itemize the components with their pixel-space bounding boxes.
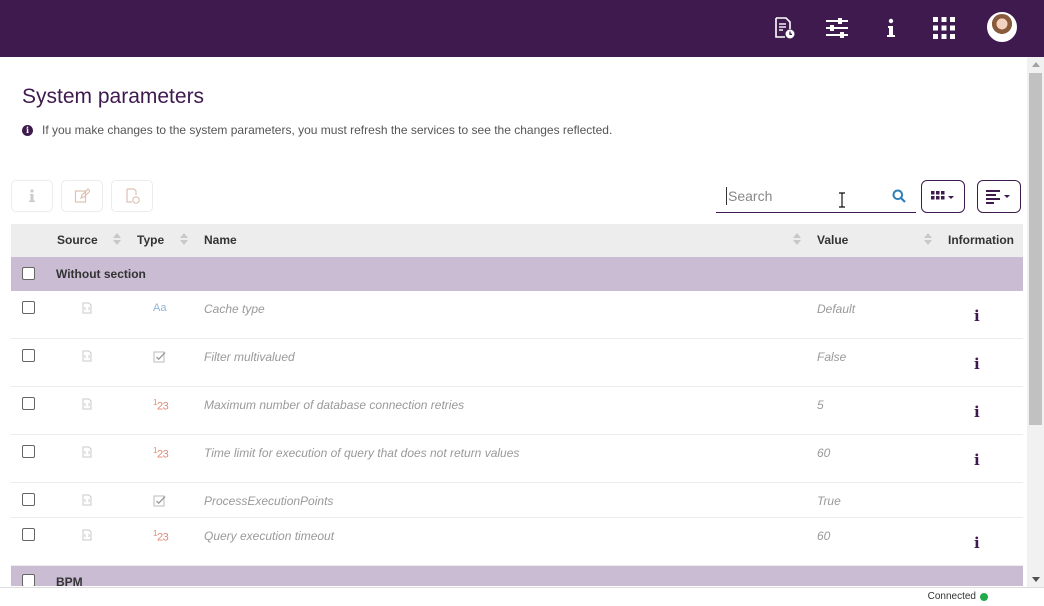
info-circle-icon: i bbox=[22, 124, 33, 136]
column-header-source[interactable]: Source bbox=[57, 233, 98, 247]
parameter-name: ProcessExecutionPoints bbox=[204, 494, 334, 508]
table-row[interactable]: Aa Cache type Default i bbox=[11, 291, 1023, 339]
scroll-down-icon[interactable] bbox=[1032, 577, 1040, 582]
row-checkbox[interactable] bbox=[22, 493, 35, 506]
status-dot-icon bbox=[980, 592, 988, 601]
parameters-table: Source Type Name Value Information Witho… bbox=[11, 224, 1023, 586]
boolean-type-icon bbox=[153, 495, 166, 507]
table-row[interactable]: ProcessExecutionPoints True bbox=[11, 483, 1023, 518]
sort-icon[interactable] bbox=[924, 232, 932, 248]
section-row: BPM bbox=[11, 566, 1023, 586]
parameter-name: Filter multivalued bbox=[204, 350, 295, 364]
parameter-value: 60 bbox=[817, 446, 831, 460]
section-row: Without section bbox=[11, 257, 1023, 291]
edit-button[interactable] bbox=[61, 180, 103, 212]
row-info-icon[interactable]: i bbox=[974, 451, 980, 469]
row-checkbox[interactable] bbox=[22, 397, 35, 410]
info-icon bbox=[887, 18, 895, 37]
section-title: BPM bbox=[56, 575, 83, 586]
align-left-icon bbox=[986, 189, 1010, 204]
number-type-icon: 123 bbox=[153, 529, 169, 544]
boolean-type-icon bbox=[153, 351, 166, 363]
source-file-icon bbox=[82, 302, 92, 314]
row-checkbox[interactable] bbox=[22, 445, 35, 458]
parameter-value: False bbox=[817, 350, 847, 364]
source-file-icon bbox=[82, 350, 92, 362]
sliders-icon bbox=[826, 18, 848, 38]
parameter-value: 60 bbox=[817, 529, 831, 543]
report-clock-icon bbox=[775, 17, 795, 39]
text-cursor-icon bbox=[839, 192, 845, 208]
search-icon[interactable] bbox=[892, 189, 906, 203]
history-button[interactable] bbox=[111, 180, 153, 212]
row-info-icon[interactable]: i bbox=[974, 355, 980, 373]
parameter-name: Cache type bbox=[204, 302, 265, 316]
table-row[interactable]: 123 Time limit for execution of query th… bbox=[11, 435, 1023, 483]
scroll-up-icon[interactable] bbox=[1032, 62, 1040, 67]
page-title: System parameters bbox=[22, 85, 205, 108]
apps-grid-icon bbox=[933, 17, 955, 39]
user-avatar[interactable] bbox=[987, 12, 1017, 42]
sliders-icon[interactable] bbox=[821, 12, 853, 44]
row-checkbox[interactable] bbox=[22, 528, 35, 541]
parameter-value: 5 bbox=[817, 398, 824, 412]
text-type-icon: Aa bbox=[153, 302, 167, 314]
section-checkbox[interactable] bbox=[22, 267, 35, 280]
column-header-type[interactable]: Type bbox=[137, 233, 164, 247]
row-info-icon[interactable]: i bbox=[974, 307, 980, 325]
table-header: Source Type Name Value Information bbox=[11, 224, 1023, 257]
sort-icon[interactable] bbox=[113, 232, 121, 248]
history-icon bbox=[126, 188, 140, 204]
info-message: i If you make changes to the system para… bbox=[22, 123, 612, 137]
parameter-value: Default bbox=[817, 302, 856, 316]
info-icon bbox=[29, 189, 35, 202]
source-file-icon bbox=[82, 529, 92, 541]
vertical-scrollbar[interactable] bbox=[1027, 57, 1044, 587]
search-input[interactable] bbox=[726, 187, 876, 205]
edit-icon bbox=[74, 188, 90, 203]
connection-status: Connected bbox=[928, 591, 988, 602]
status-bar: Connected bbox=[0, 587, 1044, 606]
parameter-name: Time limit for execution of query that d… bbox=[204, 446, 520, 460]
parameter-name: Maximum number of database connection re… bbox=[204, 398, 465, 412]
search-field bbox=[716, 180, 916, 213]
table-row[interactable]: 123 Maximum number of database connectio… bbox=[11, 387, 1023, 435]
info-message-text: If you make changes to the system parame… bbox=[42, 123, 613, 137]
columns-grid-icon bbox=[931, 190, 954, 199]
details-button[interactable] bbox=[11, 180, 53, 212]
apps-grid-icon[interactable] bbox=[928, 12, 960, 44]
info-icon[interactable] bbox=[875, 12, 907, 44]
table-row[interactable]: 123 Query execution timeout 60 i bbox=[11, 518, 1023, 566]
section-title: Without section bbox=[56, 267, 146, 281]
source-file-icon bbox=[82, 446, 92, 458]
column-header-name[interactable]: Name bbox=[204, 233, 237, 247]
column-header-information: Information bbox=[948, 233, 1014, 247]
number-type-icon: 123 bbox=[153, 398, 169, 413]
sort-icon[interactable] bbox=[793, 232, 801, 248]
columns-menu-button[interactable] bbox=[921, 180, 965, 213]
row-checkbox[interactable] bbox=[22, 349, 35, 362]
source-file-icon bbox=[82, 398, 92, 410]
sort-icon[interactable] bbox=[180, 232, 188, 248]
parameter-name: Query execution timeout bbox=[204, 529, 335, 543]
table-row[interactable]: Filter multivalued False i bbox=[11, 339, 1023, 387]
parameter-value: True bbox=[817, 494, 841, 508]
number-type-icon: 123 bbox=[153, 446, 169, 461]
row-info-icon[interactable]: i bbox=[974, 534, 980, 552]
column-header-value[interactable]: Value bbox=[817, 233, 848, 247]
view-options-button[interactable] bbox=[977, 180, 1021, 213]
scrollbar-thumb[interactable] bbox=[1029, 73, 1042, 425]
row-checkbox[interactable] bbox=[22, 301, 35, 314]
connection-status-label: Connected bbox=[927, 591, 976, 602]
row-info-icon[interactable]: i bbox=[974, 403, 980, 421]
source-file-icon bbox=[82, 494, 92, 506]
top-bar bbox=[0, 0, 1044, 57]
section-checkbox[interactable] bbox=[22, 574, 35, 586]
report-clock-icon[interactable] bbox=[768, 12, 800, 44]
